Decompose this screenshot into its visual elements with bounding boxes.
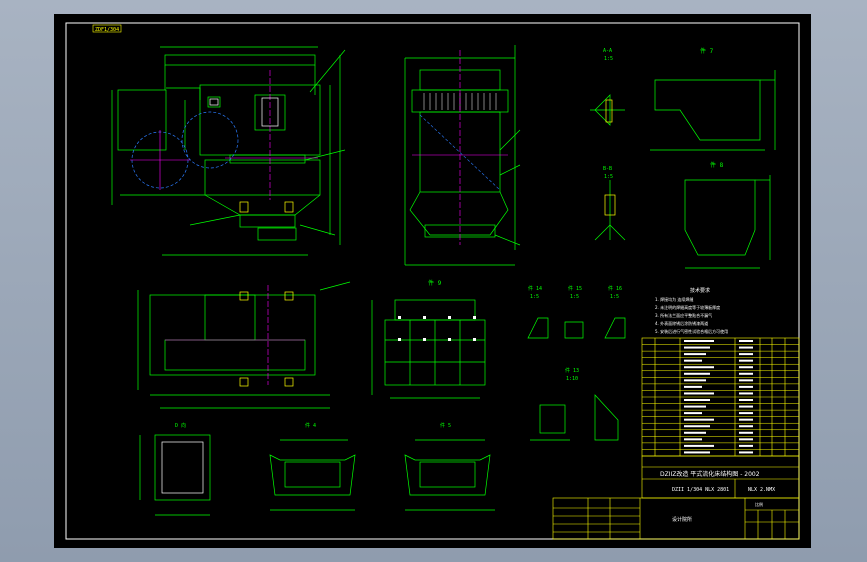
note-line: 2. 未注明的焊缝高度等于较薄板厚度: [655, 304, 720, 310]
part5-label: 件 5: [440, 422, 451, 429]
bom-cell-text: [684, 372, 710, 375]
part14-scale: 1:5: [530, 294, 539, 300]
bom-cell-text: [739, 444, 753, 447]
cad-drawing: ZDF1/304 A-A 1:5 B-B 1:5 件 7 件 8 件 9 件 1…: [65, 22, 800, 540]
bom-cell-text: [739, 372, 753, 375]
notes-title: 技术要求: [690, 287, 710, 294]
bom-cell-text: [684, 438, 702, 441]
part5-view: [404, 439, 495, 511]
part7-view: [650, 70, 776, 151]
part13-view: [530, 394, 619, 441]
bolt: [239, 377, 249, 387]
small-parts: [527, 317, 626, 339]
section-bb-scale: 1:5: [604, 174, 613, 180]
company-name: 设计院所: [672, 516, 692, 523]
bom-cell-text: [739, 412, 753, 415]
part16-label: 件 16: [608, 285, 622, 292]
bom-cell-text: [684, 359, 702, 362]
note-line: 5. 安装后进行气密性试验合格后方可使用: [655, 328, 728, 334]
section-aa-scale: 1:5: [604, 56, 613, 62]
part9-label: 件 9: [428, 279, 442, 287]
part16-scale: 1:5: [610, 294, 619, 300]
tag-label: ZDF1/304: [95, 27, 119, 33]
bom-cell-text: [739, 438, 753, 441]
part13-label: 件 13: [565, 367, 579, 374]
section-bb-label: B-B: [603, 166, 612, 172]
bom-rows: [642, 344, 799, 450]
section-bb: [594, 180, 626, 241]
bom-cell-text: [739, 431, 753, 434]
bom-cell-text: [684, 385, 702, 388]
bolt: [284, 377, 294, 387]
bom-cell-text: [739, 425, 753, 428]
bom-cell-text: [739, 379, 753, 382]
notes-list: 1. 焊接均为 连续焊缝 2. 未注明的焊缝高度等于较薄板厚度 3. 所有法兰面…: [655, 296, 728, 334]
part15-label: 件 15: [568, 285, 582, 292]
flange: [209, 98, 219, 106]
bom-cell-text: [739, 346, 753, 349]
bom-cell-text: [684, 379, 706, 382]
part13-scale: 1:10: [566, 376, 578, 382]
title-block: [552, 455, 800, 540]
part8-label: 件 8: [710, 161, 724, 169]
part15-scale: 1:5: [570, 294, 579, 300]
bolt: [239, 291, 249, 301]
bom-cell-text: [684, 405, 706, 408]
title-main: DZIIZ改造 平式流化床结构图 - 2002: [660, 470, 760, 478]
note-line: 4. 外表面除锈后涂防锈漆两道: [655, 320, 708, 326]
bom-cell-text: [684, 346, 710, 349]
part8-view: [684, 175, 771, 269]
title-code: DZII 1/304 NLX 2801: [672, 487, 729, 493]
part9-view: [371, 299, 486, 399]
view-d-label: D 向: [175, 422, 186, 429]
part7-label: 件 7: [700, 47, 714, 55]
bom-cell-text: [684, 392, 714, 395]
bom-cell-text: [739, 418, 753, 421]
bom-cell-text: [684, 431, 706, 434]
bom-cell-text: [684, 425, 710, 428]
bom-cell-text: [739, 399, 753, 401]
front-view-top: [111, 46, 346, 256]
fan-hidden-circle-2: [181, 111, 239, 169]
bolt: [284, 291, 294, 301]
bom-cell-text: [684, 340, 714, 342]
bom-cell-text: [684, 353, 706, 356]
part4-view: [269, 439, 356, 511]
section-aa: [590, 94, 625, 126]
bom-cell-text: [684, 418, 714, 421]
sheet-no: NLX 2.NMX: [748, 487, 775, 493]
part4-label: 件 4: [305, 422, 316, 429]
bom-cell-text: [684, 366, 714, 369]
bom-cell-text: [684, 444, 714, 447]
bom-cell-text: [739, 385, 753, 388]
bom-cell-text: [684, 399, 710, 401]
bom-cell-text: [739, 451, 753, 454]
bom-cell-text: [739, 405, 753, 408]
view-d: [139, 434, 211, 516]
part14-label: 件 14: [528, 285, 542, 292]
bom-cell-text: [739, 340, 753, 342]
bom-cell-text: [684, 412, 702, 415]
plan-view: [137, 281, 351, 409]
note-line: 1. 焊接均为 连续焊缝: [655, 296, 693, 302]
note-line: 3. 所有法兰面应平整贴合不漏气: [655, 312, 712, 318]
bom-cell-text: [739, 366, 753, 369]
bom-cell-text: [739, 353, 753, 356]
scale-label: 比例: [755, 501, 763, 507]
bom-cell-text: [684, 451, 710, 454]
bom-cell-text: [739, 392, 753, 395]
bom-cell-text: [739, 359, 753, 362]
section-aa-label: A-A: [603, 48, 612, 54]
